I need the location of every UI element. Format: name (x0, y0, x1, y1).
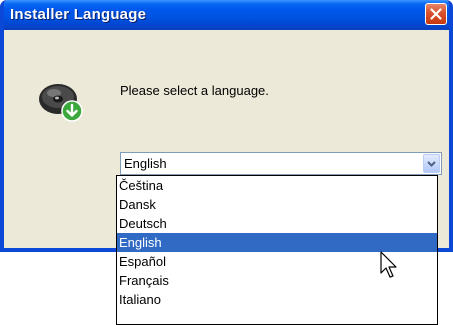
combobox-value: English (124, 156, 167, 171)
prompt-label: Please select a language. (120, 83, 269, 98)
chevron-down-icon (427, 161, 436, 167)
language-combobox[interactable]: English (120, 152, 442, 175)
language-option[interactable]: Dansk (117, 195, 437, 214)
language-option[interactable]: Deutsch (117, 214, 437, 233)
language-option[interactable]: Français (117, 271, 437, 290)
combobox-dropdown-button[interactable] (423, 154, 440, 173)
installer-disc-icon (39, 84, 83, 122)
close-button[interactable] (425, 3, 447, 25)
language-option[interactable]: Čeština (117, 176, 437, 195)
window-title: Installer Language (10, 6, 147, 23)
language-option[interactable]: English (117, 233, 437, 252)
title-bar[interactable]: Installer Language (4, 0, 449, 30)
language-option[interactable]: Español (117, 252, 437, 271)
language-option[interactable]: Italiano (117, 290, 437, 309)
close-icon (430, 8, 442, 20)
language-dropdown-list[interactable]: Čeština Dansk Deutsch English Español Fr… (116, 175, 438, 325)
